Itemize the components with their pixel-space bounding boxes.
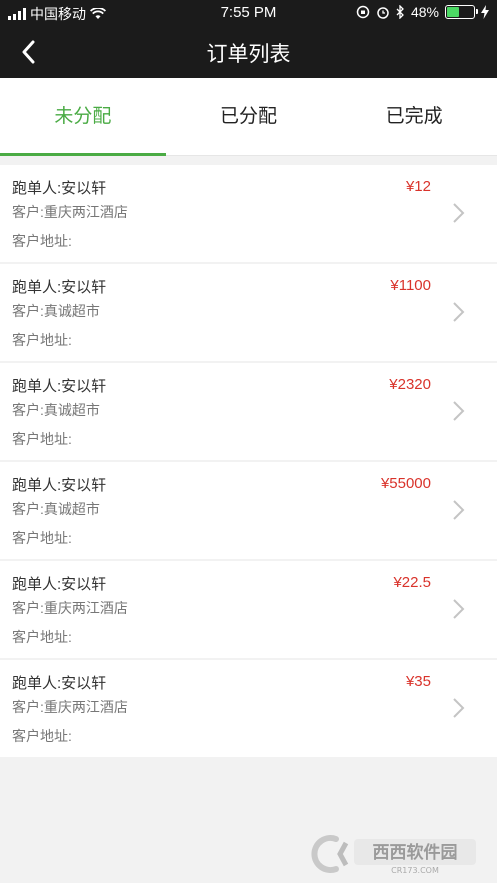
- order-item[interactable]: 跑单人:安以轩 客户:真诚超市 客户地址: ¥2320: [0, 363, 497, 460]
- price-label: ¥35: [405, 673, 431, 690]
- price-label: ¥22.5: [393, 574, 431, 591]
- top-bar: 中国移动 7:55 PM 48% 订单列表: [0, 0, 497, 78]
- tab-unassigned[interactable]: 未分配: [0, 78, 166, 156]
- address-label: 客户地址:: [12, 233, 72, 249]
- chevron-right-icon: [453, 203, 465, 223]
- order-item[interactable]: 跑单人:安以轩 客户:真诚超市 客户地址: ¥1100: [0, 264, 497, 361]
- charging-icon: [481, 5, 489, 19]
- nav-bar: 订单列表: [0, 26, 497, 78]
- runner-label: 跑单人:安以轩: [12, 477, 107, 494]
- watermark-text: 西西软件园: [373, 842, 458, 863]
- orientation-lock-icon: [356, 5, 370, 19]
- chevron-right-icon: [453, 302, 465, 322]
- price-label: ¥1100: [390, 277, 431, 294]
- runner-label: 跑单人:安以轩: [12, 576, 107, 593]
- price-label: ¥2320: [389, 376, 431, 393]
- chevron-right-icon: [453, 599, 465, 619]
- order-item[interactable]: 跑单人:安以轩 客户:重庆两江酒店 客户地址: ¥12: [0, 165, 497, 262]
- chevron-right-icon: [453, 401, 465, 421]
- customer-label: 客户:真诚超市: [12, 303, 100, 319]
- tab-assigned[interactable]: 已分配: [166, 78, 332, 155]
- price-label: ¥12: [405, 178, 431, 195]
- battery-icon: [445, 5, 478, 19]
- address-label: 客户地址:: [12, 431, 72, 447]
- runner-label: 跑单人:安以轩: [12, 180, 107, 197]
- chevron-right-icon: [453, 698, 465, 718]
- status-bar: 中国移动 7:55 PM 48%: [0, 0, 497, 26]
- customer-label: 客户:真诚超市: [12, 402, 100, 418]
- runner-label: 跑单人:安以轩: [12, 378, 107, 395]
- order-item[interactable]: 跑单人:安以轩 客户:重庆两江酒店 客户地址: ¥22.5: [0, 561, 497, 658]
- customer-label: 客户:重庆两江酒店: [12, 600, 128, 616]
- address-label: 客户地址:: [12, 332, 72, 348]
- customer-label: 客户:重庆两江酒店: [12, 699, 128, 715]
- runner-label: 跑单人:安以轩: [12, 675, 107, 692]
- address-label: 客户地址:: [12, 629, 72, 645]
- page-title: 订单列表: [206, 43, 291, 66]
- order-item[interactable]: 跑单人:安以轩 客户:重庆两江酒店 客户地址: ¥35: [0, 660, 497, 757]
- address-label: 客户地址:: [12, 728, 72, 744]
- address-label: 客户地址:: [12, 530, 72, 546]
- runner-label: 跑单人:安以轩: [12, 279, 107, 296]
- price-label: ¥55000: [380, 475, 431, 492]
- bluetooth-icon: [396, 5, 404, 19]
- watermark-logo: 西西软件园 CR173.COM: [306, 833, 481, 875]
- customer-label: 客户:真诚超市: [12, 501, 100, 517]
- alarm-icon: [377, 7, 389, 19]
- order-list: 跑单人:安以轩 客户:重庆两江酒店 客户地址: ¥12 跑单人:安以轩 客户:真…: [0, 165, 497, 759]
- chevron-right-icon: [453, 500, 465, 520]
- watermark-subtext: CR173.COM: [391, 866, 439, 875]
- battery-percent: 48%: [410, 4, 439, 20]
- tab-bar: 未分配 已分配 已完成: [0, 78, 497, 156]
- tab-completed[interactable]: 已完成: [331, 78, 497, 155]
- order-item[interactable]: 跑单人:安以轩 客户:真诚超市 客户地址: ¥55000: [0, 462, 497, 559]
- customer-label: 客户:重庆两江酒店: [12, 204, 128, 220]
